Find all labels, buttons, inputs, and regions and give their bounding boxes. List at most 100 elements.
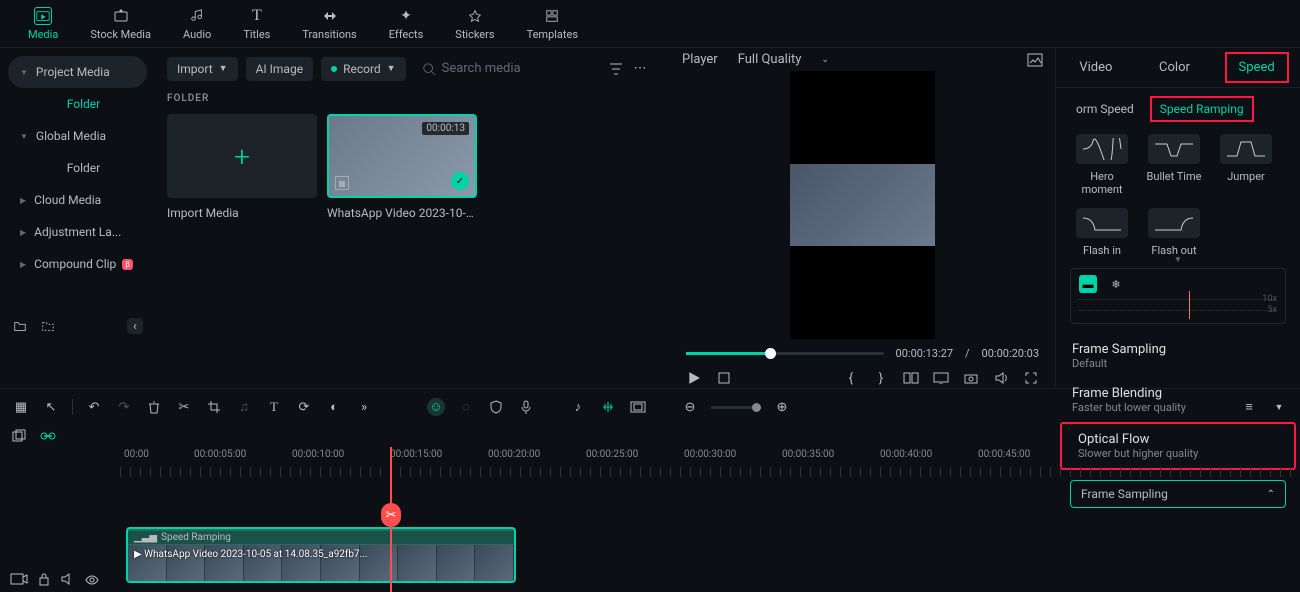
scrub-bar[interactable] <box>686 352 884 355</box>
tool-templates[interactable]: Templates <box>511 3 594 45</box>
ramp-editor[interactable]: ▬ ❄ 10x 5x <box>1070 268 1286 324</box>
track-options-icon[interactable]: ▼ <box>1270 398 1288 416</box>
preset-bullet[interactable]: Bullet Time <box>1144 134 1204 196</box>
ai-image-button[interactable]: AI Image <box>246 57 313 81</box>
player-viewport[interactable] <box>670 71 1055 339</box>
zoom-in-icon[interactable]: ⊕ <box>773 398 791 416</box>
color-icon[interactable]: ◐ <box>325 398 343 416</box>
tab-color[interactable]: Color <box>1147 54 1202 81</box>
media-clip-tile[interactable]: 00:00:13 ▦ ✓ WhatsApp Video 2023-10-05..… <box>327 114 477 220</box>
tool-media[interactable]: Media <box>12 3 74 45</box>
more-tools-icon[interactable]: » <box>355 398 373 416</box>
titles-icon: T <box>248 7 266 25</box>
option-frame-sampling[interactable]: Frame Sampling Default <box>1056 334 1300 378</box>
pointer-icon[interactable]: ↖ <box>42 398 60 416</box>
subtab-uniform[interactable]: orm Speed <box>1068 98 1142 120</box>
preset-jumper[interactable]: Jumper <box>1216 134 1276 196</box>
redo-icon[interactable]: ↷ <box>115 398 133 416</box>
import-label: Import <box>177 62 213 76</box>
chevron-down-icon: ▼ <box>219 63 228 74</box>
play-icon[interactable] <box>686 370 702 386</box>
filter-icon[interactable] <box>608 61 624 77</box>
sidebar-adjustment[interactable]: ▶Adjustment La... <box>8 216 147 248</box>
delete-icon[interactable] <box>145 398 163 416</box>
sidebar-cloud-media[interactable]: ▶Cloud Media <box>8 184 147 216</box>
tool-effects[interactable]: ✦ Effects <box>373 3 440 45</box>
track-mute-icon[interactable] <box>60 572 74 586</box>
target-icon[interactable]: ◌ <box>457 398 475 416</box>
snapshot-icon[interactable] <box>1027 52 1043 68</box>
mark-out-icon[interactable]: } <box>873 370 889 386</box>
chevron-right-icon: ▶ <box>20 260 26 269</box>
sidebar-folder-2[interactable]: Folder <box>8 152 147 184</box>
player-label: Player <box>682 52 718 67</box>
zoom-handle[interactable] <box>752 403 761 412</box>
marker-icon[interactable] <box>599 398 617 416</box>
ramp-mode-a-icon[interactable]: ▬ <box>1079 275 1097 293</box>
compare-icon[interactable] <box>903 370 919 386</box>
ramp-freeze-icon[interactable]: ❄ <box>1107 275 1125 293</box>
import-button[interactable]: Import ▼ <box>167 57 238 81</box>
zoom-out-icon[interactable]: ⊖ <box>681 398 699 416</box>
text-icon[interactable]: T <box>265 398 283 416</box>
preset-flashin[interactable]: Flash in <box>1072 208 1132 257</box>
ai-label: AI Image <box>256 62 303 76</box>
preset-flashout[interactable]: Flash out <box>1144 208 1204 257</box>
tool-stock[interactable]: Stock Media <box>74 3 167 45</box>
camera-icon[interactable] <box>963 370 979 386</box>
dup-icon[interactable] <box>12 429 26 443</box>
crop-icon[interactable] <box>205 398 223 416</box>
grid-icon[interactable]: ▦ <box>12 398 30 416</box>
playhead[interactable]: ✂ <box>390 447 392 592</box>
sidebar-project-media[interactable]: ▼Project Media <box>8 56 147 88</box>
tool-stickers[interactable]: Stickers <box>439 3 510 45</box>
zoom-slider[interactable] <box>711 406 761 409</box>
tool-audio[interactable]: Audio <box>167 3 227 45</box>
link-icon[interactable] <box>40 431 56 441</box>
subtab-ramping[interactable]: Speed Ramping <box>1150 96 1254 122</box>
aspect-icon[interactable] <box>629 398 647 416</box>
search-input[interactable]: Search media <box>414 56 600 81</box>
search-icon <box>422 62 436 76</box>
playhead-handle-icon[interactable]: ✂ <box>381 503 401 527</box>
mic-icon[interactable] <box>517 398 535 416</box>
quality-dropdown[interactable]: Full Quality⌄ <box>730 48 837 71</box>
clip-label: Speed Ramping <box>161 532 231 543</box>
shield-icon[interactable] <box>487 398 505 416</box>
sidebar-global-media[interactable]: ▼Global Media <box>8 120 147 152</box>
tab-speed[interactable]: Speed <box>1225 52 1289 83</box>
tool-titles[interactable]: T Titles <box>227 3 286 45</box>
tab-video[interactable]: Video <box>1067 54 1124 81</box>
fullscreen-icon[interactable] <box>1023 370 1039 386</box>
track-lock-icon[interactable] <box>38 572 50 586</box>
track-view-icon[interactable]: ≡ <box>1240 398 1258 416</box>
timeline-clip[interactable]: ▁▃▅Speed Ramping ▶ WhatsApp Video 2023-1… <box>126 527 516 583</box>
search-placeholder: Search media <box>442 61 521 76</box>
tool-transitions[interactable]: Transitions <box>286 3 372 45</box>
import-media-tile[interactable]: + Import Media <box>167 114 317 220</box>
tool-label: Transitions <box>302 28 356 41</box>
sidebar-folder[interactable]: Folder <box>8 88 147 120</box>
scrub-handle[interactable] <box>765 348 776 359</box>
track-visible-icon[interactable] <box>84 574 100 586</box>
speed-icon[interactable]: ⟳ <box>295 398 313 416</box>
preset-hero[interactable]: Hero moment <box>1072 134 1132 196</box>
more-icon[interactable]: ⋯ <box>632 61 648 77</box>
mark-in-icon[interactable]: { <box>843 370 859 386</box>
track-video-icon[interactable] <box>10 572 28 586</box>
sidebar-compound[interactable]: ▶Compound Clipβ <box>8 248 147 280</box>
stop-icon[interactable] <box>716 370 732 386</box>
audio-adjust-icon[interactable]: ♪ <box>569 398 587 416</box>
display-icon[interactable] <box>933 370 949 386</box>
ramp-playhead[interactable] <box>1189 291 1190 319</box>
timeline-ruler[interactable]: 00:00 00:00:05:00 00:00:10:00 00:00:15:0… <box>120 447 1300 477</box>
ai-icon[interactable]: ☺ <box>427 398 445 416</box>
music-icon[interactable]: ♫ <box>235 398 253 416</box>
volume-icon[interactable] <box>993 370 1009 386</box>
record-button[interactable]: Record▼ <box>321 57 406 81</box>
new-folder-icon[interactable] <box>12 318 28 334</box>
new-bin-icon[interactable] <box>40 318 56 334</box>
split-icon[interactable]: ✂ <box>175 398 193 416</box>
undo-icon[interactable]: ↶ <box>85 398 103 416</box>
collapse-sidebar-icon[interactable]: ‹ <box>127 318 143 334</box>
